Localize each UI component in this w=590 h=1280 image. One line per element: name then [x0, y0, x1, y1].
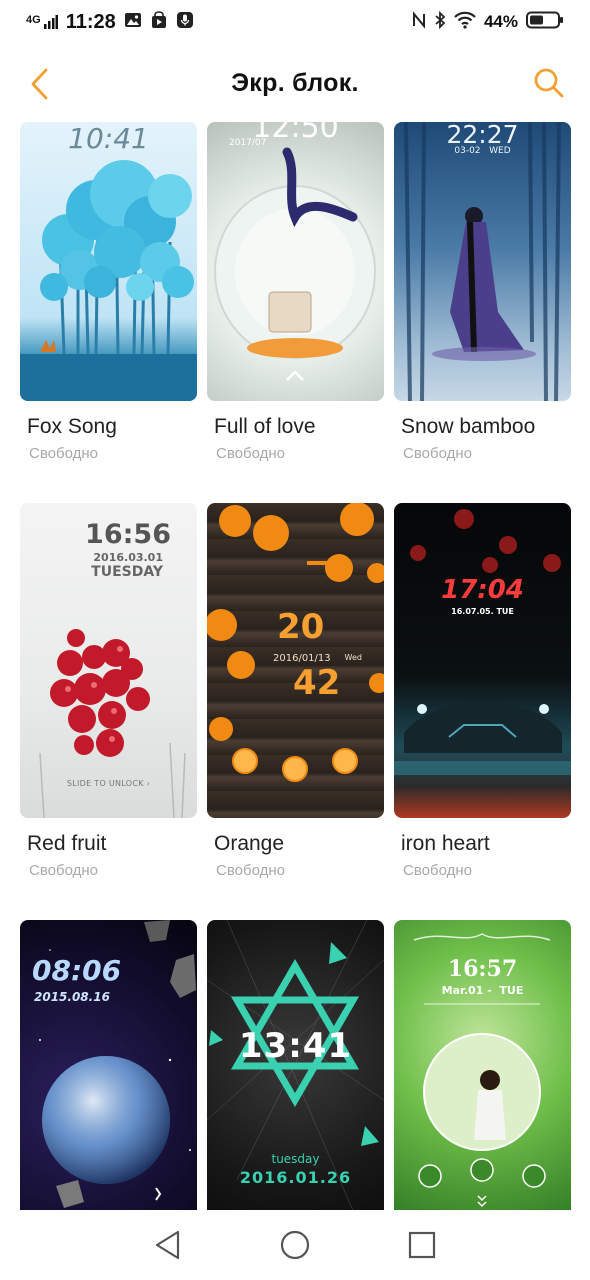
thumb-date: 2015.08.16	[34, 990, 110, 1004]
search-icon	[534, 68, 564, 98]
theme-thumbnail[interactable]: 10:41	[20, 122, 197, 401]
theme-card[interactable]: 13:41 tuesday 2016.01.26	[207, 920, 384, 1210]
back-button[interactable]	[28, 66, 56, 102]
thumb-date: 2016.01.26	[239, 1168, 352, 1187]
theme-name: Full of love	[214, 415, 316, 438]
theme-thumbnail[interactable]: 22:27 03-02 WED	[394, 122, 571, 401]
thumb-date: 16.07.05. TUE	[451, 607, 514, 616]
status-time: 11:28	[65, 10, 116, 33]
thumb-clock: 17:04	[441, 575, 524, 605]
theme-card[interactable]: 22:27 03-02 WED Snow bamboo Свободно	[394, 122, 571, 462]
circle-home-icon	[280, 1230, 310, 1260]
slide-hint: SLIDE TO UNLOCK ›	[66, 779, 151, 788]
theme-thumbnail[interactable]: 20 2016/01/13 Wed 42	[207, 503, 384, 818]
bluetooth-icon	[434, 10, 446, 34]
nfc-icon	[412, 10, 426, 34]
theme-name: Fox Song	[27, 415, 117, 438]
theme-card[interactable]: 17:04 16.07.05. TUE iron heart Свободно	[394, 503, 571, 879]
theme-grid: 10:41 Fox Song Свободно 12:50 2017/07 Fu…	[20, 122, 572, 1210]
wifi-icon	[454, 11, 476, 34]
theme-price: Свободно	[216, 862, 285, 879]
theme-card[interactable]: 16:56 2016.03.01 TUESDAY SLIDE TO UNLOCK…	[20, 503, 197, 879]
search-button[interactable]	[532, 66, 568, 102]
thumb-day: tuesday	[271, 1152, 320, 1166]
signal-icon: 4G	[26, 15, 58, 29]
gallery-notification-icon	[124, 11, 142, 34]
theme-thumbnail[interactable]: 08:06 2015.08.16	[20, 920, 197, 1210]
theme-name: Orange	[214, 832, 285, 855]
woman-in-bamboo-illustration	[404, 122, 561, 401]
theme-card[interactable]: 16:57 Mar.01 - TUE	[394, 920, 571, 1210]
theme-card[interactable]: 08:06 2015.08.16	[20, 920, 197, 1210]
theme-card[interactable]: 20 2016/01/13 Wed 42 Orange Свободно	[207, 503, 384, 879]
theme-name: iron heart	[401, 832, 490, 855]
nav-back-button[interactable]	[148, 1225, 188, 1265]
status-bar: 4G 11:28 44%	[0, 0, 590, 44]
theme-name: Red fruit	[27, 832, 107, 855]
theme-card[interactable]: 12:50 2017/07 Full of love Свободно	[207, 122, 384, 462]
triangle-back-icon	[156, 1230, 180, 1260]
theme-thumbnail[interactable]: 13:41 tuesday 2016.01.26	[207, 920, 384, 1210]
theme-price: Свободно	[403, 445, 472, 462]
theme-card[interactable]: 10:41 Fox Song Свободно	[20, 122, 197, 462]
battery-icon	[526, 11, 564, 34]
thumb-clock-minutes: 42	[293, 663, 341, 703]
system-nav-bar	[0, 1210, 590, 1280]
thumb-clock: 13:41	[238, 1026, 353, 1066]
theme-thumbnail[interactable]: 16:56 2016.03.01 TUESDAY SLIDE TO UNLOCK…	[20, 503, 197, 818]
store-notification-icon	[150, 10, 168, 34]
battery-percent: 44%	[483, 12, 518, 31]
theme-thumbnail[interactable]: 17:04 16.07.05. TUE	[394, 503, 571, 818]
theme-name: Snow bamboo	[401, 415, 536, 438]
trees-illustration	[20, 160, 197, 401]
thumb-date: Mar.01 - TUE	[441, 984, 524, 997]
app-header: Экр. блок.	[0, 44, 590, 122]
voice-notification-icon	[176, 11, 194, 34]
thumb-clock: 08:06	[32, 954, 122, 987]
glass-apple-illustration	[214, 147, 376, 381]
theme-thumbnail[interactable]: 12:50 2017/07	[207, 122, 384, 401]
theme-price: Свободно	[29, 445, 98, 462]
theme-price: Свободно	[216, 445, 285, 462]
network-type: 4G	[26, 14, 41, 26]
back-arrow-icon	[31, 68, 48, 100]
thumb-day: Wed	[344, 653, 362, 662]
page-title: Экр. блок.	[231, 68, 359, 97]
nav-home-button[interactable]	[275, 1225, 315, 1265]
nav-recent-button[interactable]	[402, 1225, 442, 1265]
car-illustration	[394, 509, 571, 775]
theme-thumbnail[interactable]: 16:57 Mar.01 - TUE	[394, 920, 571, 1210]
thumb-clock-hours: 20	[277, 607, 325, 647]
square-recent-icon	[408, 1231, 435, 1259]
thumb-clock: 16:57	[447, 956, 518, 982]
red-currants-illustration	[39, 629, 186, 818]
theme-price: Свободно	[403, 862, 472, 879]
theme-price: Свободно	[29, 862, 98, 879]
